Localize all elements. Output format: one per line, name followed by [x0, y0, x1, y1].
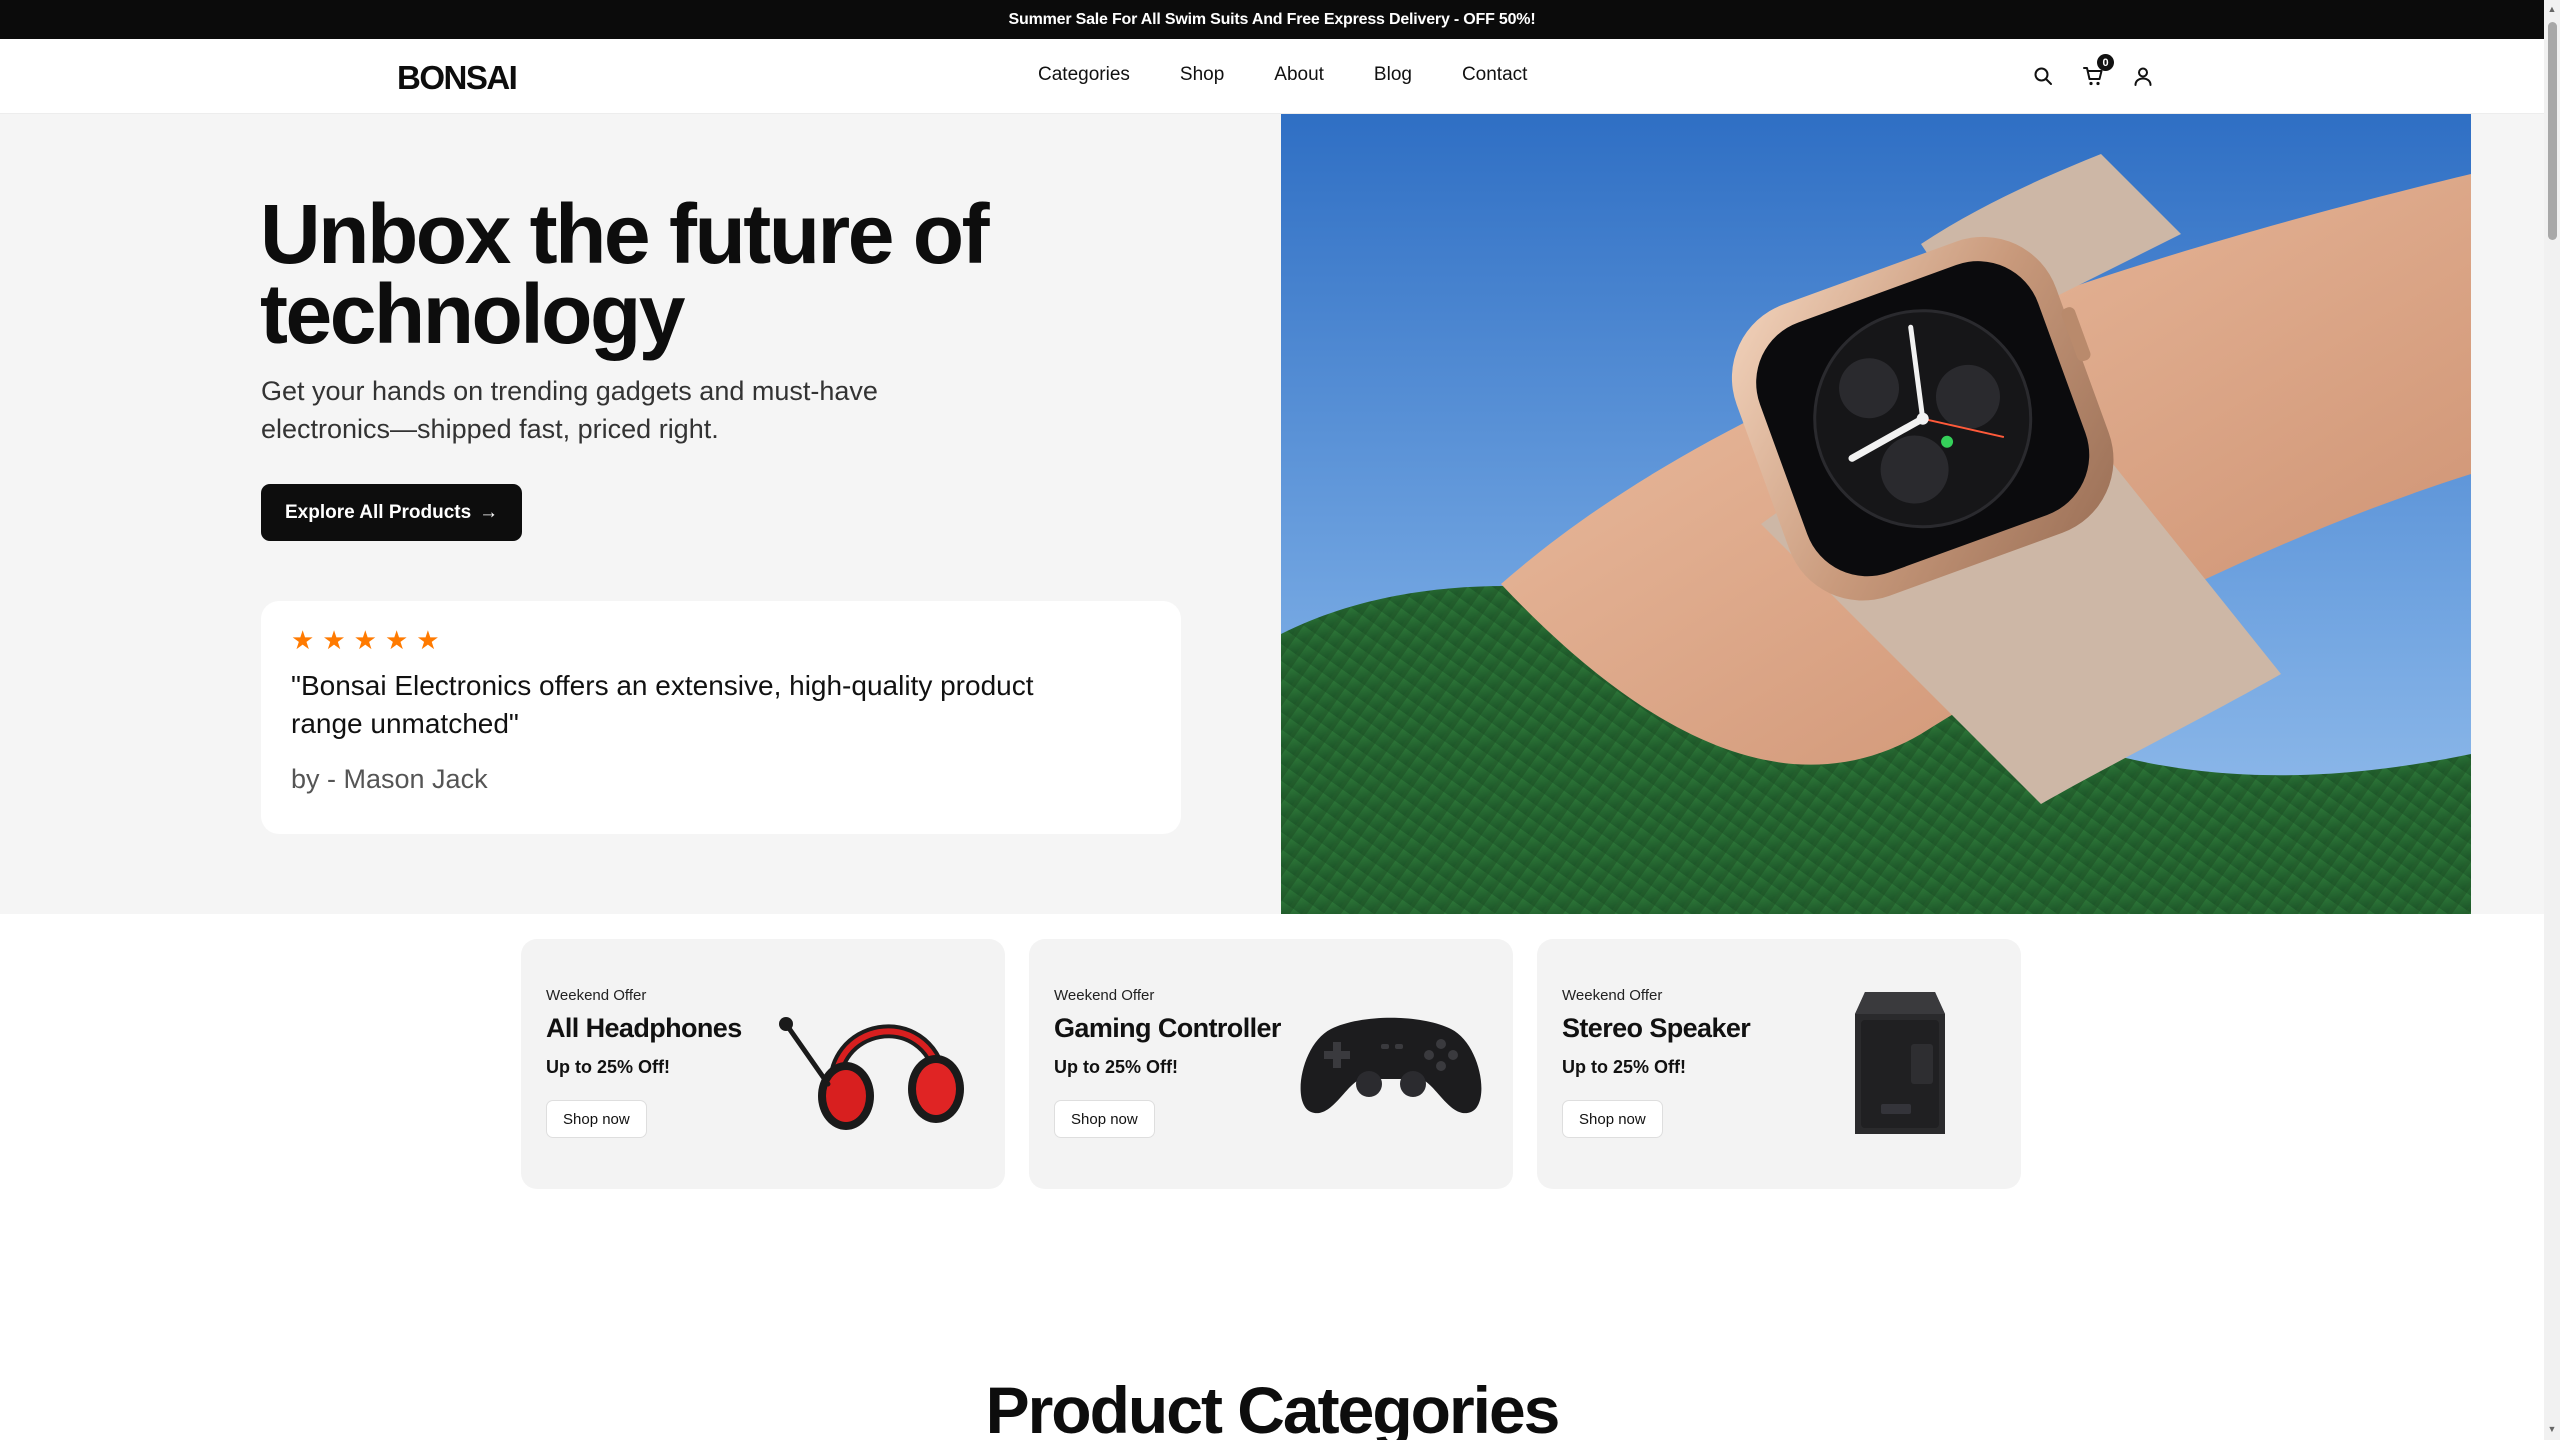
offer-card-speaker: Weekend Offer Stereo Speaker Up to 25% O… [1537, 939, 2021, 1189]
arrow-right-icon: → [479, 501, 499, 523]
nav-item-categories[interactable]: Categories [1038, 64, 1130, 86]
offer-title: Gaming Controller [1054, 1013, 1281, 1043]
explore-products-button[interactable]: Explore All Products → [261, 484, 523, 541]
user-icon[interactable] [2130, 63, 2156, 89]
shop-now-button[interactable]: Shop now [1562, 1100, 1663, 1138]
star-rating: ★ ★ ★ ★ ★ [291, 627, 440, 653]
star-icon: ★ [384, 625, 409, 655]
scroll-up-icon[interactable]: ▲ [2547, 4, 2557, 14]
offer-card-controller: Weekend Offer Gaming Controller Up to 25… [1029, 939, 1513, 1189]
search-icon[interactable] [2030, 63, 2056, 89]
offer-discount: Up to 25% Off! [1054, 1057, 1178, 1077]
offer-title: Stereo Speaker [1562, 1013, 1751, 1043]
hero-subtitle: Get your hands on trending gadgets and m… [261, 376, 878, 444]
star-icon: ★ [353, 625, 377, 655]
offer-title: All Headphones [546, 1013, 742, 1043]
star-icon: ★ [291, 625, 315, 655]
cart-icon[interactable]: 0 [2080, 54, 2114, 89]
hero-section: Unbox the future of technology Get your … [0, 114, 2544, 914]
offer-discount: Up to 25% Off! [1562, 1057, 1686, 1077]
nav-item-shop[interactable]: Shop [1180, 64, 1224, 86]
logo[interactable]: BONSAI [397, 59, 518, 97]
announcement-text: Summer Sale For All Swim Suits And Free … [1008, 10, 1536, 28]
offer-discount: Up to 25% Off! [546, 1057, 670, 1077]
review-quote: "Bonsai Electronics offers an extensive,… [291, 670, 1034, 739]
announcement-bar: Summer Sale For All Swim Suits And Free … [0, 0, 2544, 39]
star-icon: ★ [322, 625, 346, 655]
scroll-down-icon[interactable]: ▼ [2547, 1424, 2557, 1434]
cart-count-badge: 0 [2097, 54, 2114, 71]
star-icon: ★ [416, 625, 440, 655]
shop-now-button[interactable]: Shop now [546, 1100, 647, 1138]
main-nav: Categories Shop About Blog Contact [1038, 64, 1527, 86]
page-scrollbar[interactable]: ▲ ▼ [2544, 0, 2560, 1440]
offer-card-headphones: Weekend Offer All Headphones Up to 25% O… [521, 939, 1005, 1189]
header-icons: 0 [2030, 54, 2156, 89]
product-categories-title: Product Categories [985, 1373, 1561, 1440]
shop-now-button[interactable]: Shop now [1054, 1100, 1155, 1138]
nav-item-blog[interactable]: Blog [1374, 64, 1412, 86]
nav-item-about[interactable]: About [1274, 64, 1324, 86]
nav-item-contact[interactable]: Contact [1462, 64, 1527, 86]
hero-title: Unbox the future of technology [260, 187, 990, 361]
offer-kicker: Weekend Offer [1054, 987, 1155, 1004]
scrollbar-thumb[interactable] [2548, 22, 2557, 240]
review-card: ★ ★ ★ ★ ★ "Bonsai Electronics offers an … [261, 601, 1181, 834]
stereo-speaker-image [1795, 984, 1995, 1134]
explore-products-label: Explore All Products [285, 501, 472, 523]
headphones-image [776, 984, 976, 1134]
hero-smartwatch-image [1281, 114, 2471, 914]
gaming-controller-image [1291, 984, 1491, 1134]
offer-kicker: Weekend Offer [546, 987, 647, 1004]
offer-kicker: Weekend Offer [1562, 987, 1663, 1004]
review-author: by - Mason Jack [291, 764, 488, 794]
site-header: BONSAI Categories Shop About Blog Contac… [0, 39, 2544, 114]
